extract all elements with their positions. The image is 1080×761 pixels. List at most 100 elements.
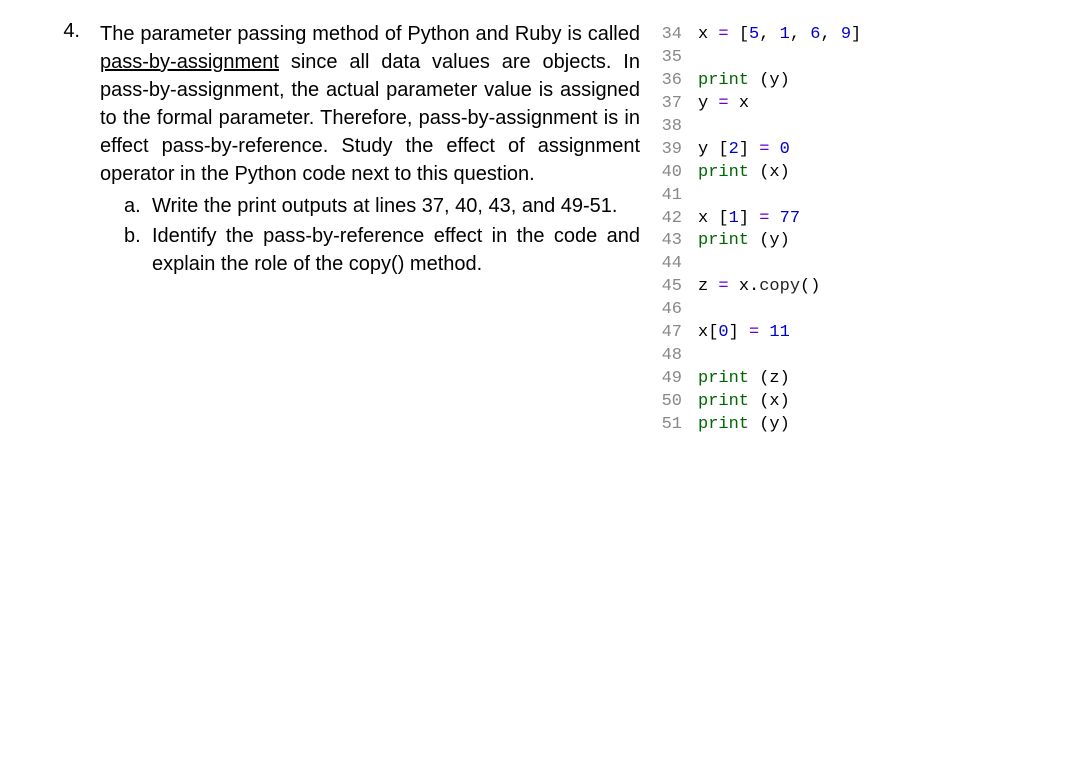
code-token: print xyxy=(698,392,759,411)
line-number: 40 xyxy=(660,162,698,185)
code-token: = xyxy=(759,209,779,228)
line-number: 49 xyxy=(660,368,698,391)
code-token: = xyxy=(749,323,769,342)
code-token: print xyxy=(698,163,759,182)
code-token: copy xyxy=(759,277,800,296)
code-token: z xyxy=(698,277,718,296)
code-token: [ xyxy=(718,209,728,228)
code-token: x xyxy=(739,94,749,113)
code-line: 47x[0] = 11 xyxy=(660,322,1000,345)
question-text-before: The parameter passing method of Python a… xyxy=(100,23,640,45)
code-text xyxy=(698,345,1000,368)
line-number: 51 xyxy=(660,414,698,437)
code-line: 43print (y) xyxy=(660,230,1000,253)
code-line: 42x [1] = 77 xyxy=(660,208,1000,231)
code-line: 46 xyxy=(660,299,1000,322)
code-text xyxy=(698,47,1000,70)
code-text: z = x.copy() xyxy=(698,276,1000,299)
code-text xyxy=(698,253,1000,276)
code-token: 5 xyxy=(749,25,759,44)
code-token: (y) xyxy=(759,415,790,434)
line-number: 41 xyxy=(660,185,698,208)
line-number: 34 xyxy=(660,24,698,47)
code-line: 51print (y) xyxy=(660,414,1000,437)
code-token: = xyxy=(718,277,738,296)
code-text: print (y) xyxy=(698,230,1000,253)
code-line: 38 xyxy=(660,116,1000,139)
code-token: y xyxy=(698,94,718,113)
code-text: x = [5, 1, 6, 9] xyxy=(698,24,1000,47)
code-line: 44 xyxy=(660,253,1000,276)
sub-text: Write the print outputs at lines 37, 40,… xyxy=(152,192,640,220)
code-token: , xyxy=(759,25,779,44)
code-token: 77 xyxy=(780,209,800,228)
code-token: [ xyxy=(718,140,728,159)
code-line: 49print (z) xyxy=(660,368,1000,391)
code-token: x xyxy=(698,209,718,228)
code-text: x[0] = 11 xyxy=(698,322,1000,345)
sub-question-list: a. Write the print outputs at lines 37, … xyxy=(100,192,640,278)
code-text: y = x xyxy=(698,93,1000,116)
code-line: 50print (x) xyxy=(660,391,1000,414)
code-line: 34x = [5, 1, 6, 9] xyxy=(660,24,1000,47)
code-token: x xyxy=(698,323,708,342)
code-text: print (x) xyxy=(698,162,1000,185)
code-text: x [1] = 77 xyxy=(698,208,1000,231)
code-line: 41 xyxy=(660,185,1000,208)
code-text: print (z) xyxy=(698,368,1000,391)
code-line: 35 xyxy=(660,47,1000,70)
code-token: [ xyxy=(739,25,749,44)
code-token: = xyxy=(759,140,779,159)
code-token: ] xyxy=(739,140,759,159)
sub-marker: b. xyxy=(124,222,152,278)
code-token: 9 xyxy=(841,25,851,44)
sub-text: Identify the pass-by-reference effect in… xyxy=(152,222,640,278)
code-token: , xyxy=(790,25,810,44)
line-number: 46 xyxy=(660,299,698,322)
line-number: 38 xyxy=(660,116,698,139)
code-text: print (y) xyxy=(698,70,1000,93)
code-token: [ xyxy=(708,323,718,342)
code-line: 45z = x.copy() xyxy=(660,276,1000,299)
code-text xyxy=(698,299,1000,322)
code-token: print xyxy=(698,231,759,250)
code-token: (x) xyxy=(759,392,790,411)
code-token: (y) xyxy=(759,71,790,90)
code-line: 48 xyxy=(660,345,1000,368)
code-token: y xyxy=(698,140,718,159)
question-column: 4. The parameter passing method of Pytho… xyxy=(40,20,640,437)
line-number: 39 xyxy=(660,139,698,162)
code-token: x xyxy=(698,25,718,44)
line-number: 43 xyxy=(660,230,698,253)
code-text: print (y) xyxy=(698,414,1000,437)
code-column: 34x = [5, 1, 6, 9]3536print (y)37y = x38… xyxy=(660,20,1000,437)
code-token: . xyxy=(749,277,759,296)
code-text: print (x) xyxy=(698,391,1000,414)
line-number: 37 xyxy=(660,93,698,116)
code-token: () xyxy=(800,277,820,296)
code-text xyxy=(698,116,1000,139)
code-line: 36print (y) xyxy=(660,70,1000,93)
code-token: 2 xyxy=(729,140,739,159)
code-token: ] xyxy=(729,323,749,342)
line-number: 50 xyxy=(660,391,698,414)
code-token: print xyxy=(698,369,759,388)
code-token: ] xyxy=(851,25,861,44)
code-text: y [2] = 0 xyxy=(698,139,1000,162)
line-number: 47 xyxy=(660,322,698,345)
line-number: 42 xyxy=(660,208,698,231)
code-token: 0 xyxy=(780,140,790,159)
sub-marker: a. xyxy=(124,192,152,220)
code-line: 40print (x) xyxy=(660,162,1000,185)
code-token: = xyxy=(718,94,738,113)
line-number: 45 xyxy=(660,276,698,299)
line-number: 48 xyxy=(660,345,698,368)
code-token: (z) xyxy=(759,369,790,388)
code-token: 0 xyxy=(718,323,728,342)
code-token: 11 xyxy=(769,323,789,342)
line-number: 44 xyxy=(660,253,698,276)
code-token: print xyxy=(698,415,759,434)
line-number: 35 xyxy=(660,47,698,70)
code-token: = xyxy=(718,25,738,44)
sub-item-a: a. Write the print outputs at lines 37, … xyxy=(124,192,640,220)
